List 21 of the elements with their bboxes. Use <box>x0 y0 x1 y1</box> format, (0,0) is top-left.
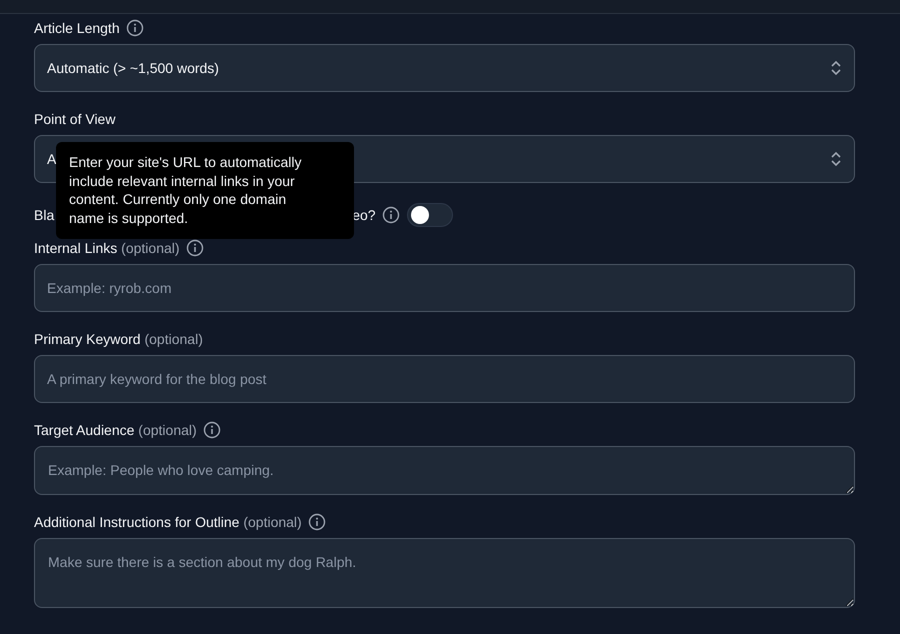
chevron-icon <box>830 150 842 168</box>
field-label: Internal Links (optional) <box>34 240 180 256</box>
info-icon[interactable] <box>186 239 204 257</box>
text-area[interactable]: Make sure there is a section about my dog Ralph. <box>34 538 855 608</box>
field-label: Article Length <box>34 20 120 36</box>
field-label: Target Audience (optional) <box>34 422 197 438</box>
info-icon[interactable] <box>382 206 400 224</box>
select-field[interactable]: Automatic (> ~1,500 words) <box>34 44 855 92</box>
chevron-icon <box>830 59 842 77</box>
tooltip: Enter your site's URL to automatically include relevant internal links in your content. Currently only one domain name is supported. <box>56 142 354 239</box>
field-label: Point of View <box>34 111 116 127</box>
toggle-switch[interactable] <box>406 203 453 227</box>
info-icon[interactable] <box>308 513 326 531</box>
field-label: Primary Keyword (optional) <box>34 331 203 347</box>
field-label: Additional Instructions for Outline (optional) <box>34 514 302 530</box>
text-area[interactable]: Example: People who love camping. <box>34 446 855 495</box>
input-field[interactable]: Example: ryrob.com <box>34 264 855 312</box>
field-label: Bla <box>34 207 54 223</box>
info-icon[interactable] <box>126 19 144 37</box>
input-field[interactable]: A primary keyword for the blog post <box>34 355 855 403</box>
info-icon[interactable] <box>202 421 221 439</box>
